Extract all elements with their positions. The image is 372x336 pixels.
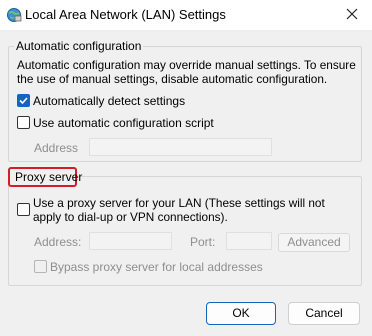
proxy-port-label: Port: <box>190 235 216 249</box>
network-settings-icon <box>6 7 22 23</box>
close-button[interactable] <box>332 0 372 30</box>
close-icon <box>346 8 358 23</box>
automatic-configuration-legend: Automatic configuration <box>14 39 144 53</box>
automatic-configuration-description: Automatic configuration may override man… <box>17 58 356 86</box>
use-proxy-checkbox[interactable] <box>17 203 30 216</box>
proxy-address-label: Address: <box>34 235 82 249</box>
proxy-server-legend: Proxy server <box>8 167 82 187</box>
proxy-port-field[interactable] <box>226 232 272 250</box>
bypass-local-checkbox[interactable] <box>34 260 47 273</box>
use-proxy-label[interactable]: Use a proxy server for your LAN (These s… <box>33 196 353 224</box>
window-title: Local Area Network (LAN) Settings <box>25 7 226 22</box>
script-address-label: Address <box>34 141 79 155</box>
cancel-button[interactable]: Cancel <box>288 302 360 325</box>
checkmark-icon <box>19 97 28 105</box>
use-script-label[interactable]: Use automatic configuration script <box>33 116 214 130</box>
bypass-local-label[interactable]: Bypass proxy server for local addresses <box>50 260 263 274</box>
proxy-address-field[interactable] <box>89 232 172 250</box>
auto-detect-checkbox[interactable] <box>17 94 30 107</box>
auto-detect-label[interactable]: Automatically detect settings <box>33 94 185 108</box>
title-bar: Local Area Network (LAN) Settings <box>0 0 372 30</box>
script-address-field[interactable] <box>89 138 272 156</box>
ok-button[interactable]: OK <box>206 302 276 325</box>
advanced-button[interactable]: Advanced <box>278 233 350 252</box>
use-script-checkbox[interactable] <box>17 116 30 129</box>
